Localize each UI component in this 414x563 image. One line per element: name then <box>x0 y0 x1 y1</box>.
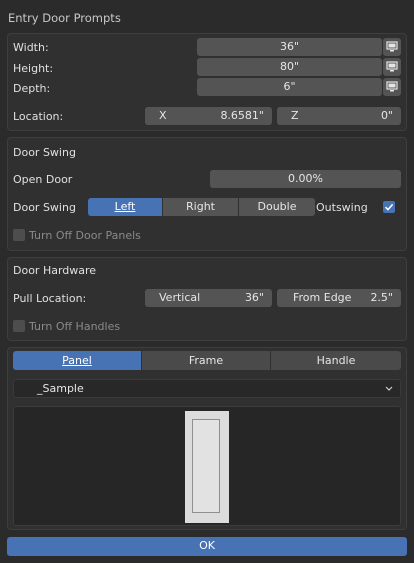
vertical-value: 36" <box>244 291 264 304</box>
ok-button[interactable]: OK <box>7 537 407 556</box>
door-swing-section-title: Door Swing <box>13 146 76 159</box>
width-monitor-button[interactable] <box>383 38 401 56</box>
turn-off-handles-checkbox[interactable] <box>13 320 25 332</box>
swing-left-label: Left <box>114 200 136 213</box>
tab-panel-label: Panel <box>62 354 92 367</box>
height-label: Height: <box>13 62 54 75</box>
open-door-label: Open Door <box>13 173 73 186</box>
pull-from-edge-field[interactable]: From Edge 2.5" <box>277 289 401 307</box>
location-z-field[interactable]: Z 0" <box>277 107 401 125</box>
swing-left-button[interactable]: Left <box>88 198 162 216</box>
height-monitor-button[interactable] <box>383 58 401 76</box>
height-value: 80" <box>279 60 300 73</box>
tab-handle[interactable]: Handle <box>271 351 401 370</box>
open-door-field[interactable]: 0.00% <box>210 170 401 188</box>
tab-panel[interactable]: Panel <box>13 351 141 370</box>
from-edge-label: From Edge <box>293 291 352 304</box>
width-field[interactable]: 36" <box>197 38 382 56</box>
door-panel-thumbnail[interactable] <box>185 411 229 523</box>
from-edge-value: 2.5" <box>370 291 393 304</box>
swing-right-label: Right <box>186 200 215 213</box>
monitor-icon <box>386 61 398 72</box>
depth-value: 6" <box>283 80 296 93</box>
tab-frame-label: Frame <box>188 354 224 367</box>
x-value: 8.6581" <box>220 109 264 122</box>
outswing-checkbox[interactable] <box>383 201 395 213</box>
door-panel-inset <box>192 419 220 513</box>
pull-location-label: Pull Location: <box>13 292 87 305</box>
vertical-label: Vertical <box>159 291 201 304</box>
height-field[interactable]: 80" <box>197 58 382 76</box>
door-swing-label: Door Swing <box>13 201 76 214</box>
width-label: Width: <box>13 41 49 54</box>
z-label: Z <box>291 109 299 122</box>
monitor-icon <box>386 41 398 52</box>
swing-right-button[interactable]: Right <box>163 198 238 216</box>
outswing-label: Outswing <box>316 201 368 214</box>
ok-label: OK <box>199 539 215 552</box>
pull-vertical-field[interactable]: Vertical 36" <box>145 289 272 307</box>
dropdown-value: _Sample <box>37 382 84 395</box>
depth-monitor-button[interactable] <box>383 78 401 96</box>
location-label: Location: <box>13 110 64 123</box>
door-hardware-section-title: Door Hardware <box>13 264 97 277</box>
library-item-dropdown[interactable]: _Sample <box>13 379 401 398</box>
x-label: X <box>159 109 167 122</box>
z-value: 0" <box>380 109 393 122</box>
turn-off-door-panels-label: Turn Off Door Panels <box>29 229 141 242</box>
depth-label: Depth: <box>13 82 51 95</box>
checkmark-icon <box>384 203 394 211</box>
monitor-icon <box>386 81 398 92</box>
turn-off-door-panels-checkbox[interactable] <box>13 229 25 241</box>
swing-double-label: Double <box>257 200 297 213</box>
turn-off-handles-label: Turn Off Handles <box>29 320 121 333</box>
window-title: Entry Door Prompts <box>8 11 121 25</box>
width-value: 36" <box>279 40 300 53</box>
thumbnail-preview-area <box>13 406 401 526</box>
depth-field[interactable]: 6" <box>197 78 382 96</box>
swing-double-button[interactable]: Double <box>239 198 315 216</box>
open-door-value: 0.00% <box>288 172 323 185</box>
location-x-field[interactable]: X 8.6581" <box>145 107 272 125</box>
tab-handle-label: Handle <box>316 354 356 367</box>
chevron-down-icon <box>385 386 393 391</box>
tab-frame[interactable]: Frame <box>142 351 270 370</box>
